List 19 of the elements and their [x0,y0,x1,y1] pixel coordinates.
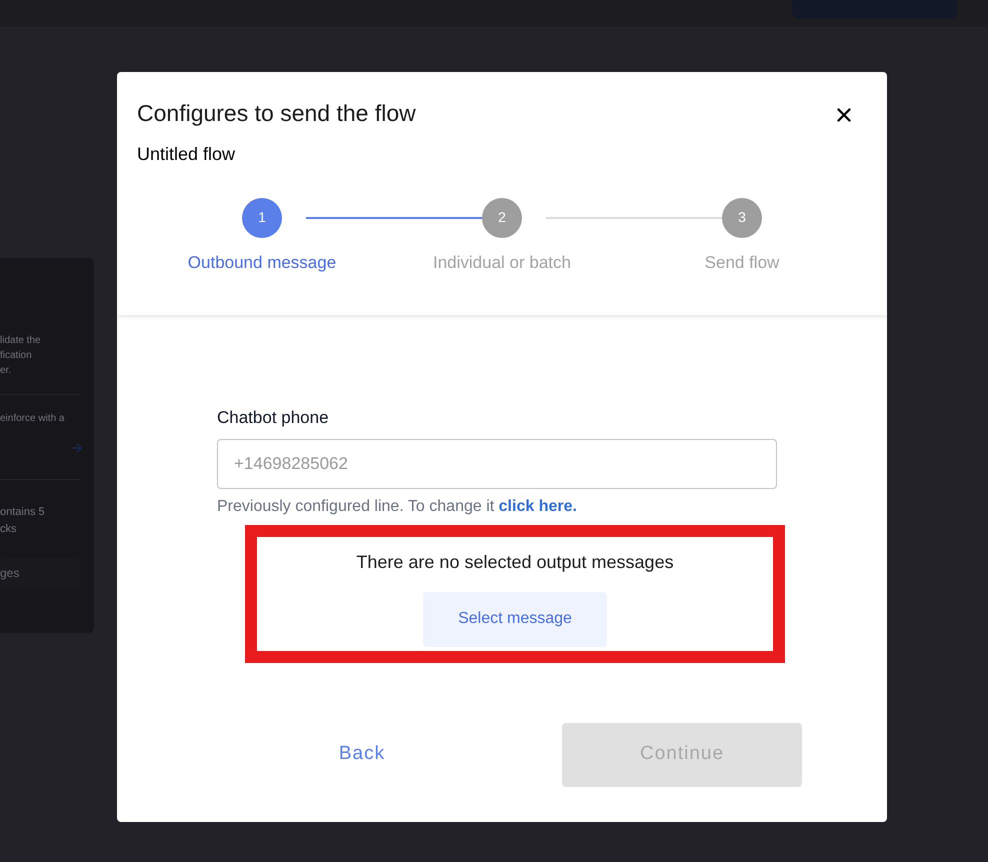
change-link[interactable]: click here. [498,498,577,514]
step-label: Individual or batch [433,252,571,274]
panel-text: lidate the [0,334,42,348]
step-label: Send flow [704,252,780,274]
panel-text: einforce with a [0,412,64,426]
phone-field[interactable]: +14698285062 [217,438,777,488]
panel-text: er. [0,364,12,378]
flow-name: Untitled flow [136,142,236,166]
panel-text: cks [0,522,18,537]
help-text: Previously configured line. To change it click here. [217,496,578,516]
select-message-button[interactable]: Select message [423,592,607,646]
arrow-icon[interactable] [70,441,84,455]
step-label: Outbound message [188,252,336,274]
field-label: Chatbot phone [217,407,330,429]
empty-message: There are no selected output messages [356,550,674,574]
dialog-title: Configures to send the flow [137,99,416,128]
panel-text: ontains 5 [0,505,46,520]
panel-text: fication [0,349,33,363]
back-button[interactable]: Back [242,722,482,786]
